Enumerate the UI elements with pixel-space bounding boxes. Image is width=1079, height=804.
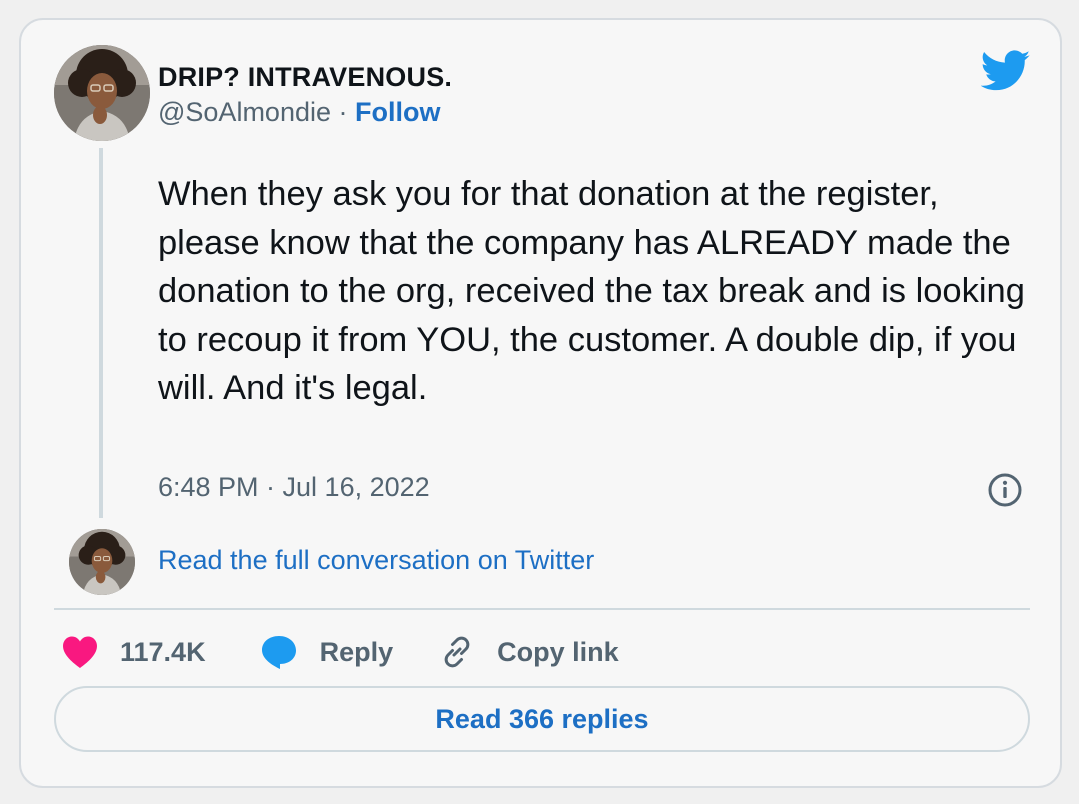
action-bar: 117.4K Reply Copy link (61, 631, 619, 673)
author-handle[interactable]: @SoAlmondie (158, 97, 331, 127)
tweet-text: When they ask you for that donation at t… (158, 175, 1025, 407)
reply-button[interactable]: Reply (260, 634, 394, 670)
tweet-timestamp[interactable]: 6:48 PM · Jul 16, 2022 (158, 472, 430, 503)
author-handle-row: @SoAlmondie · Follow (158, 97, 440, 128)
read-conversation-link[interactable]: Read the full conversation on Twitter (158, 545, 594, 576)
info-icon[interactable] (987, 472, 1023, 508)
avatar-photo (54, 45, 150, 141)
speech-bubble-icon (261, 636, 296, 669)
copy-link-label: Copy link (497, 636, 619, 667)
like-count: 117.4K (120, 636, 206, 667)
conversation-avatar[interactable] (69, 529, 135, 595)
heart-icon (63, 636, 97, 668)
reply-label: Reply (319, 636, 394, 667)
avatar-photo (69, 529, 135, 595)
thread-line (99, 148, 103, 518)
handle-separator: · (331, 97, 355, 127)
tweet-card: DRIP? INTRAVENOUS. @SoAlmondie · Follow … (19, 18, 1062, 788)
author-display-name[interactable]: DRIP? INTRAVENOUS. (158, 62, 452, 93)
copy-link-button[interactable]: Copy link (439, 634, 619, 670)
twitter-bird-icon[interactable] (981, 50, 1031, 92)
divider (54, 608, 1030, 610)
follow-link[interactable]: Follow (355, 97, 440, 127)
link-icon (444, 636, 470, 668)
like-button[interactable]: 117.4K (61, 635, 206, 669)
author-avatar[interactable] (54, 45, 150, 141)
read-replies-button[interactable]: Read 366 replies (54, 686, 1030, 752)
